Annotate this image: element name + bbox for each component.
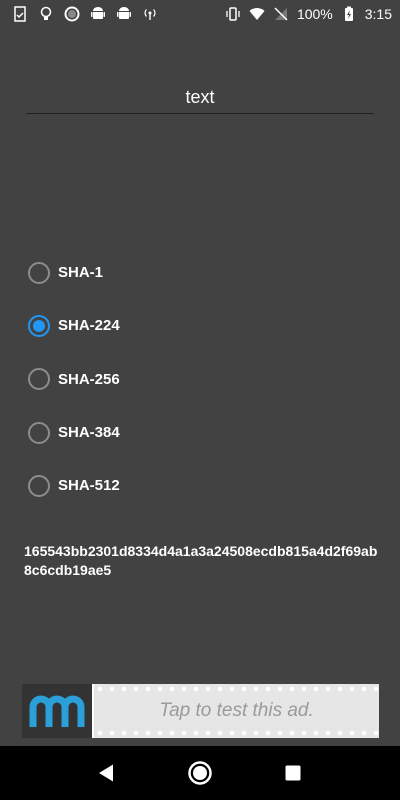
ad-banner[interactable]: Tap to test this ad. <box>22 684 379 738</box>
radio-button-selected[interactable] <box>28 314 50 337</box>
radio-label: SHA-512 <box>58 477 120 495</box>
status-time: 3:15 <box>364 6 392 22</box>
circle-dot-icon <box>64 6 80 22</box>
film-holes-top <box>94 686 379 692</box>
radio-button[interactable] <box>28 368 50 391</box>
clipboard-check-icon <box>12 6 28 22</box>
radio-option-sha-256[interactable]: SHA-256 <box>28 353 348 406</box>
film-holes-bottom <box>94 730 379 736</box>
vibrate-icon <box>225 6 241 22</box>
radio-option-sha-512[interactable]: SHA-512 <box>28 459 348 512</box>
text-input[interactable] <box>26 82 374 112</box>
radio-label: SHA-1 <box>58 264 104 282</box>
status-bar: 100% 3:15 <box>0 0 400 28</box>
ad-text: Tap to test this ad. <box>159 700 314 721</box>
radio-option-sha-224[interactable]: SHA-224 <box>28 299 348 352</box>
text-input-container <box>26 82 374 114</box>
radio-option-sha-384[interactable]: SHA-384 <box>28 406 348 459</box>
ad-film-strip: Tap to test this ad. <box>92 684 379 738</box>
ad-logo-icon <box>22 684 92 738</box>
battery-percent: 100% <box>296 6 333 22</box>
radio-button[interactable] <box>28 261 50 284</box>
battery-charging-icon <box>341 6 357 22</box>
broadcast-icon <box>142 6 158 22</box>
text-input-underline <box>26 113 374 114</box>
radio-button[interactable] <box>28 421 50 444</box>
android-icon <box>90 6 106 22</box>
algorithm-radio-group: SHA-1 SHA-224 SHA-256 SHA-384 SHA-512 <box>28 246 348 512</box>
radio-button[interactable] <box>28 474 50 497</box>
radio-label: SHA-384 <box>58 424 120 442</box>
no-signal-icon <box>273 6 289 22</box>
radio-option-sha-1[interactable]: SHA-1 <box>28 246 348 299</box>
radio-label: SHA-256 <box>58 370 120 388</box>
radio-label: SHA-224 <box>58 317 120 335</box>
home-icon[interactable] <box>186 759 214 787</box>
recents-icon[interactable] <box>279 759 307 787</box>
wifi-icon <box>249 6 265 22</box>
lightbulb-icon <box>38 6 54 22</box>
hash-output: 165543bb2301d8334d4a1a3a24508ecdb815a4d2… <box>24 543 378 578</box>
navigation-bar <box>0 746 400 800</box>
android-icon <box>116 6 132 22</box>
back-icon[interactable] <box>93 759 121 787</box>
